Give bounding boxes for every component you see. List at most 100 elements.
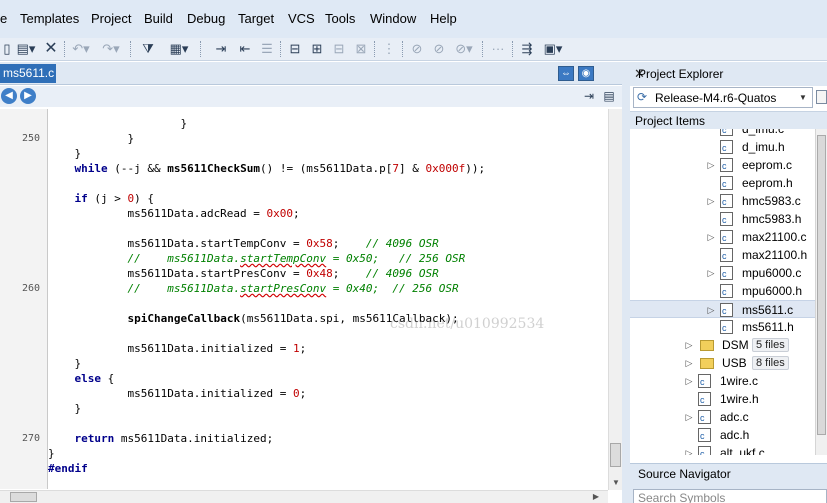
code-line[interactable]: // ms5611Data.startTempConv = 0x50; // 2… bbox=[48, 251, 465, 266]
search-symbols-box[interactable] bbox=[633, 489, 827, 503]
menu-item-debug[interactable]: Debug bbox=[187, 11, 225, 26]
comment-icon[interactable]: ☰ bbox=[258, 40, 276, 58]
code-line[interactable]: ms5611Data.initialized = 0; bbox=[48, 386, 306, 401]
menu-item-window[interactable]: Window bbox=[370, 11, 416, 26]
code-line[interactable]: if (j > 0) { bbox=[48, 191, 155, 206]
editor-horizontal-scroll-thumb[interactable] bbox=[10, 492, 37, 502]
tree-file[interactable]: d_imu.c bbox=[630, 129, 815, 139]
tree-file[interactable]: eeprom.h bbox=[630, 174, 815, 193]
tree-file[interactable]: ▷ alt_ukf.c bbox=[630, 444, 815, 455]
code-line[interactable]: // ms5611Data.startPresConv = 0x40; // 2… bbox=[48, 281, 458, 296]
tree-file[interactable]: 1wire.h bbox=[630, 390, 815, 409]
format-icon[interactable]: ⋮ bbox=[380, 40, 398, 58]
tree-folder[interactable]: ▷ DSM 5 files bbox=[630, 336, 815, 354]
menu-item-templates[interactable]: Templates bbox=[20, 11, 79, 26]
scroll-right-icon[interactable]: ▶ bbox=[590, 491, 602, 503]
bookmark-prev-icon[interactable]: ⊟ bbox=[330, 40, 348, 58]
editor-vertical-scroll-thumb[interactable] bbox=[610, 443, 621, 467]
tree-file[interactable]: ▷ mpu6000.c bbox=[630, 264, 815, 283]
breakpoint-icon[interactable]: ⊘ bbox=[408, 40, 426, 58]
outdent-icon[interactable]: ⇤ bbox=[236, 40, 254, 58]
indent-icon[interactable]: ⇥ bbox=[212, 40, 230, 58]
close-x-icon[interactable]: ✕ bbox=[42, 40, 60, 58]
menu-item-target[interactable]: Target bbox=[238, 11, 274, 26]
configuration-select[interactable]: ⟳ Release-M4.r6-Quatos ▼ bbox=[633, 87, 813, 108]
project-tree-scroll-thumb[interactable] bbox=[817, 135, 826, 435]
expand-icon[interactable]: ▷ bbox=[706, 156, 716, 174]
new-file-icon[interactable]: ▯ bbox=[1, 40, 13, 58]
menu-item-project[interactable]: Project bbox=[91, 11, 131, 26]
tree-file[interactable]: ▷ hmc5983.c bbox=[630, 192, 815, 211]
code-line[interactable]: return ms5611Data.initialized; bbox=[48, 431, 274, 446]
tree-file[interactable]: d_imu.h bbox=[630, 138, 815, 157]
tree-file[interactable]: adc.h bbox=[630, 426, 815, 445]
code-area[interactable]: } } } while (--j && ms5611CheckSum() != … bbox=[48, 109, 608, 489]
expand-icon[interactable]: ▷ bbox=[684, 372, 694, 390]
expand-icon[interactable]: ▷ bbox=[706, 192, 716, 210]
code-line[interactable]: } bbox=[48, 146, 81, 161]
menu-item-tools[interactable]: Tools bbox=[325, 11, 355, 26]
scroll-down-icon[interactable]: ▼ bbox=[609, 477, 623, 489]
split-view-icon[interactable]: ⇥ bbox=[580, 88, 598, 104]
menu-item-vcs[interactable]: VCS bbox=[288, 11, 315, 26]
tree-file[interactable]: ▷ 1wire.c bbox=[630, 372, 815, 391]
code-line[interactable]: } bbox=[48, 401, 81, 416]
tree-file[interactable]: max21100.h bbox=[630, 246, 815, 265]
code-line[interactable]: while (--j && ms5611CheckSum() != (ms561… bbox=[48, 161, 486, 176]
expand-icon[interactable]: ▷ bbox=[706, 264, 716, 282]
breakpoint-toggle-icon[interactable]: ⊘ bbox=[430, 40, 448, 58]
tree-file[interactable]: hmc5983.h bbox=[630, 210, 815, 229]
expand-icon[interactable]: ▷ bbox=[684, 408, 694, 426]
editor-tab[interactable]: ms5611.c bbox=[0, 64, 56, 83]
breakpoint-menu-icon[interactable]: ⊘▾ bbox=[452, 40, 476, 58]
code-line[interactable]: ms5611Data.startPresConv = 0x48; // 4096… bbox=[48, 266, 438, 281]
redo-icon[interactable]: ↷▾ bbox=[100, 40, 122, 58]
window-list-icon[interactable]: ⇔ bbox=[558, 66, 574, 81]
pane-splitter[interactable] bbox=[622, 62, 630, 503]
menu-item-e[interactable]: e bbox=[0, 11, 7, 26]
step-icon[interactable]: ··· bbox=[488, 40, 508, 58]
code-line[interactable]: ms5611Data.adcRead = 0x00; bbox=[48, 206, 299, 221]
undo-icon[interactable]: ↶▾ bbox=[70, 40, 92, 58]
expand-icon[interactable]: ▷ bbox=[684, 354, 694, 372]
tree-file[interactable]: ms5611.h bbox=[630, 318, 815, 337]
expand-icon[interactable]: ▷ bbox=[706, 301, 716, 319]
bookmark-clear-icon[interactable]: ⊠ bbox=[352, 40, 370, 58]
bookmark-next-icon[interactable]: ⊞ bbox=[308, 40, 326, 58]
code-line[interactable]: ms5611Data.initialized = 1; bbox=[48, 341, 306, 356]
close-editor-icon[interactable]: ◉ bbox=[578, 66, 594, 81]
tree-file[interactable]: mpu6000.h bbox=[630, 282, 815, 301]
code-line[interactable]: #endif bbox=[48, 461, 88, 476]
chevron-down-icon[interactable]: ▼ bbox=[796, 90, 810, 105]
tree-file[interactable]: ▷ eeprom.c bbox=[630, 156, 815, 175]
search-symbols-input[interactable] bbox=[634, 490, 824, 503]
tree-file[interactable]: ▷ ms5611.c bbox=[630, 300, 815, 320]
forward-icon[interactable]: ▶ bbox=[20, 88, 36, 104]
tree-file[interactable]: ▷ adc.c bbox=[630, 408, 815, 427]
tree-folder[interactable]: ▷ USB 8 files bbox=[630, 354, 815, 372]
bookmark-icon[interactable]: ⊟ bbox=[286, 40, 304, 58]
download-icon[interactable]: ▣▾ bbox=[540, 40, 566, 58]
expand-icon[interactable]: ▷ bbox=[684, 444, 694, 455]
expand-icon[interactable]: ▷ bbox=[706, 228, 716, 246]
symbols-icon[interactable]: ▤ bbox=[600, 88, 618, 104]
code-line[interactable]: } bbox=[48, 116, 187, 131]
editor-vertical-scrollbar[interactable]: ▼ bbox=[608, 109, 622, 490]
options-icon[interactable] bbox=[816, 90, 827, 104]
build-icon[interactable]: ▦▾ bbox=[166, 40, 192, 58]
project-tree-scrollbar[interactable] bbox=[815, 129, 827, 455]
menu-item-help[interactable]: Help bbox=[430, 11, 457, 26]
code-line[interactable]: } bbox=[48, 446, 55, 461]
tree-file[interactable]: ▷ max21100.c bbox=[630, 228, 815, 247]
debug-icon[interactable]: ⇶ bbox=[518, 40, 536, 58]
editor-horizontal-scrollbar[interactable]: ▶ bbox=[0, 490, 608, 503]
code-line[interactable]: } bbox=[48, 356, 81, 371]
menu-item-build[interactable]: Build bbox=[144, 11, 173, 26]
code-line[interactable]: } bbox=[48, 131, 134, 146]
expand-icon[interactable]: ▷ bbox=[684, 336, 694, 354]
paste-icon[interactable]: ▤▾ bbox=[13, 40, 39, 58]
code-line[interactable]: ms5611Data.startTempConv = 0x58; // 4096… bbox=[48, 236, 438, 251]
back-icon[interactable]: ◀ bbox=[1, 88, 17, 104]
code-line[interactable]: else { bbox=[48, 371, 115, 386]
filter-icon[interactable]: ⧩ bbox=[138, 40, 158, 58]
